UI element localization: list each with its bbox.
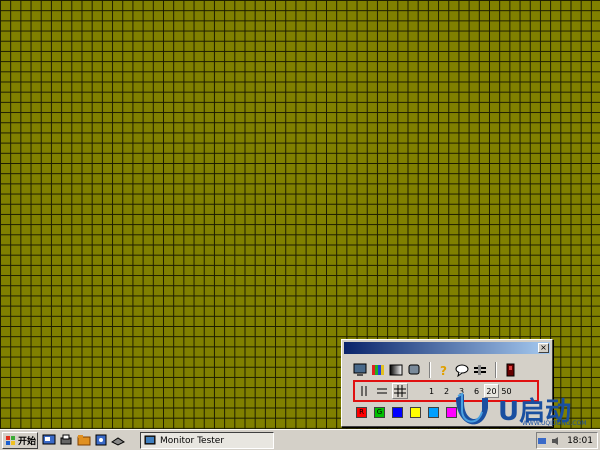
monitor-icon[interactable] (352, 362, 368, 378)
color-bars-icon[interactable] (370, 362, 386, 378)
clock[interactable]: 18:01 (567, 436, 593, 446)
start-button[interactable]: 开始 (2, 432, 38, 449)
taskbar: 开始 Monitor Tester 18:01 (0, 429, 600, 450)
toolbar-separator (429, 362, 431, 378)
quicklaunch-desktop-icon[interactable] (42, 433, 56, 447)
logo-site-text: WWW.UQIDONG.COM (522, 420, 587, 427)
speech-bubble-icon[interactable] (454, 362, 470, 378)
settings-icon[interactable] (472, 362, 488, 378)
help-icon[interactable]: ? (436, 362, 452, 378)
windows-logo-icon (6, 436, 15, 445)
gradient-icon[interactable] (388, 362, 404, 378)
exit-icon[interactable] (502, 362, 518, 378)
blue-swatch[interactable] (392, 406, 403, 418)
red-swatch[interactable]: R (356, 406, 367, 418)
volume-icon (552, 436, 559, 445)
yellow-swatch[interactable] (410, 406, 421, 418)
quicklaunch-folder-icon[interactable] (77, 433, 91, 447)
taskbar-item-monitor-tester[interactable]: Monitor Tester (140, 432, 274, 449)
screen-icon[interactable] (406, 362, 422, 378)
quicklaunch-printer-icon[interactable] (59, 433, 73, 447)
green-swatch[interactable]: G (374, 406, 385, 418)
cyan-swatch[interactable] (428, 406, 439, 418)
start-label: 开始 (18, 437, 37, 447)
toolbar-separator (495, 362, 497, 378)
toolbar-row-tests: ? (352, 361, 520, 379)
close-button[interactable]: × (538, 343, 549, 353)
quicklaunch-drive-icon[interactable] (111, 433, 125, 447)
panel-titlebar[interactable]: × (344, 342, 550, 354)
svg-text:?: ? (440, 364, 447, 377)
system-tray: 18:01 (536, 432, 598, 449)
network-icon (538, 437, 547, 444)
taskbar-item-label: Monitor Tester (160, 435, 225, 446)
quicklaunch-tool-icon[interactable] (94, 433, 108, 447)
monitor-icon (144, 435, 156, 444)
